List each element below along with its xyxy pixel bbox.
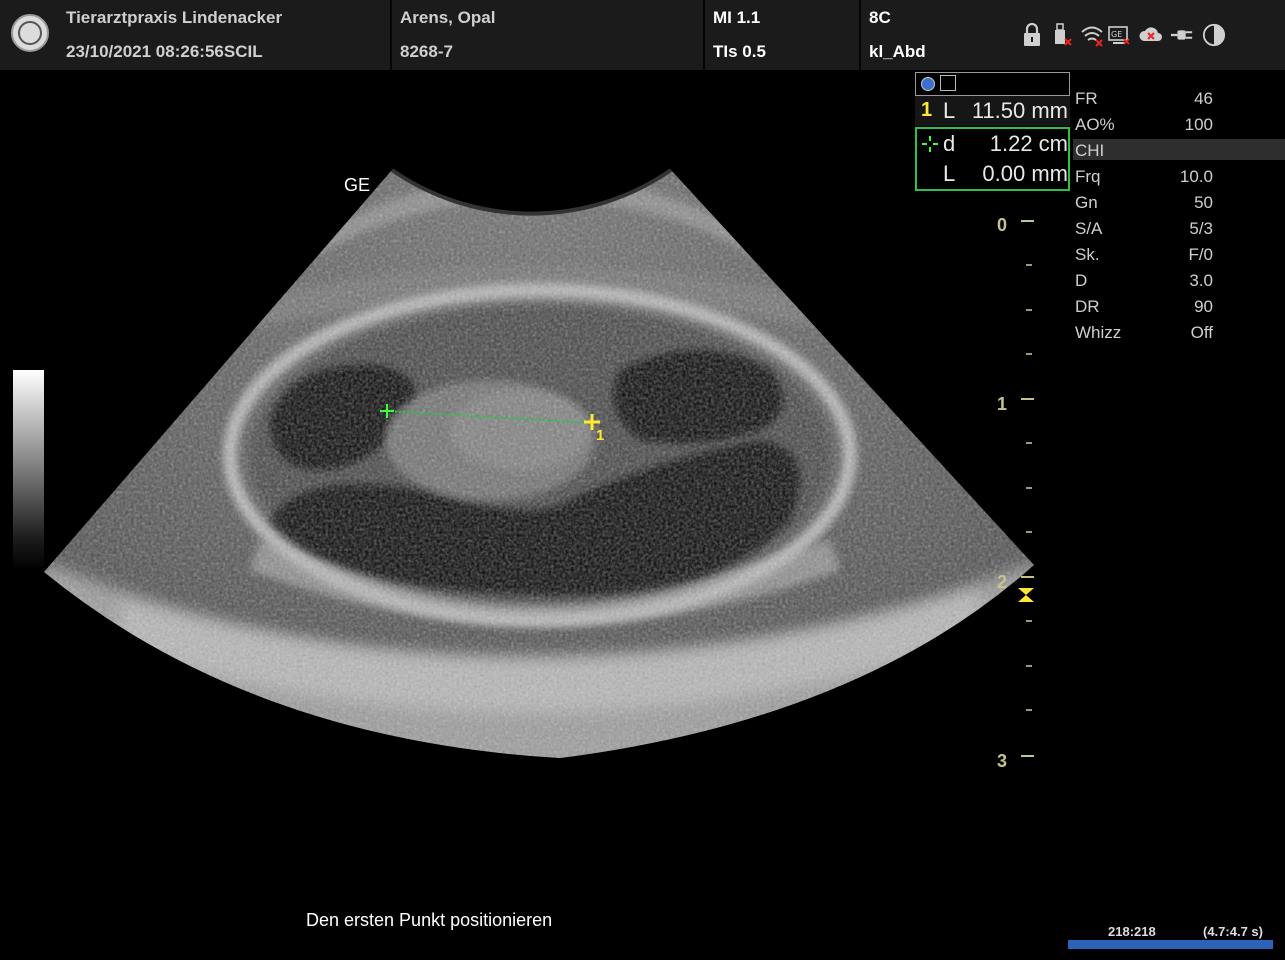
measurement-result-box: 1 L 11.50 mm d 1.22 cm L 0.00 mm (915, 72, 1070, 191)
header-divider (703, 0, 705, 70)
network-icon: GE (1108, 26, 1130, 45)
param-whizz-value: Off (1190, 323, 1213, 342)
param-chi-label[interactable]: CHI (1075, 141, 1104, 161)
param-ao-value: 100 (1184, 115, 1213, 134)
measurement-1-label: L (943, 98, 956, 123)
clinic-name: Tierarztpraxis Lindenacker (66, 8, 283, 27)
cine-time: (4.7:4.7 s) (1203, 924, 1263, 939)
power-plug-icon (1170, 30, 1193, 40)
measurement-2-value-d: 1.22 cm (989, 131, 1068, 156)
active-measurement: d 1.22 cm L 0.00 mm (915, 127, 1070, 191)
param-sk-value: F/0 (1188, 245, 1213, 264)
measurement-1-index: 1 (921, 99, 933, 121)
param-fr-label: FR (1075, 89, 1098, 108)
patient-id: 8268-7 (400, 42, 453, 61)
depth-tick-minor (1026, 309, 1032, 311)
param-dr-label: DR (1075, 297, 1100, 316)
param-sa-label: S/A (1075, 219, 1103, 238)
measurement-1-value: 11.50 mm (971, 98, 1068, 123)
param-frq-label: Frq (1075, 167, 1101, 186)
exam-datetime: 23/10/2021 08:26:56SCIL (66, 42, 263, 61)
ge-logo-icon (11, 14, 49, 52)
depth-tick-minor (1026, 665, 1032, 667)
depth-tick-minor (1026, 264, 1032, 266)
param-fr-value: 46 (1194, 89, 1213, 108)
thermal-index: TIs 0.5 (713, 42, 766, 61)
depth-tick-major (1021, 398, 1034, 400)
lock-icon (1024, 22, 1040, 46)
chi-highlight (1073, 139, 1285, 160)
cloud-off-icon (1139, 27, 1162, 41)
mechanical-index: MI 1.1 (713, 8, 761, 27)
param-whizz-label: Whizz (1075, 323, 1122, 342)
header-bar: Tierarztpraxis Lindenacker 23/10/2021 08… (0, 0, 1285, 70)
param-frq-value: 10.0 (1179, 167, 1213, 186)
header-divider (390, 0, 392, 70)
ultrasound-image[interactable]: 1 GE (0, 70, 1060, 790)
wifi-off-icon (1081, 26, 1103, 47)
cine-progress-bar[interactable] (1068, 940, 1273, 949)
param-gn-value: 50 (1194, 193, 1213, 212)
param-d-label: D (1075, 271, 1088, 290)
caliper-crosshair-icon (922, 136, 938, 152)
measurement-row-1: 1 L 11.50 mm (915, 96, 1070, 126)
depth-tick-minor (1026, 442, 1032, 444)
depth-tick-major (1021, 755, 1034, 757)
param-gn-label: Gn (1075, 193, 1098, 212)
cine-loop-bar[interactable]: 218:218 (4.7:4.7 s) (1068, 922, 1273, 960)
depth-tick-minor (1026, 487, 1032, 489)
measurement-2-label-d: d (943, 131, 956, 156)
focus-marker-icon[interactable] (1017, 587, 1035, 603)
depth-label-0: 0 (997, 215, 1008, 235)
param-dr-value: 90 (1194, 297, 1213, 316)
svg-text:GE: GE (1111, 30, 1122, 39)
preset-name: kl_Abd (869, 42, 926, 61)
cine-frame-counter: 218:218 (1108, 924, 1156, 939)
param-sk-label: Sk. (1075, 245, 1100, 264)
depth-tick-major (1021, 220, 1034, 222)
probe-name: 8C (869, 8, 891, 27)
caliper-index-label: 1 (596, 427, 604, 444)
depth-tick-major (1021, 576, 1034, 578)
param-ao-label: AO% (1075, 115, 1115, 134)
brand-label: GE (344, 175, 370, 195)
patient-name: Arens, Opal (400, 8, 496, 27)
usb-disconnected-icon (1055, 23, 1072, 46)
depth-tick-minor (1026, 709, 1032, 711)
measurement-2-value-l: 0.00 mm (982, 161, 1068, 186)
header-divider (859, 0, 861, 70)
depth-label-3: 3 (997, 751, 1008, 771)
record-icon (921, 77, 935, 91)
depth-tick-minor (1026, 620, 1032, 622)
depth-tick-minor (1026, 353, 1032, 355)
status-message: Den ersten Punkt positionieren (306, 910, 553, 930)
sector-scan (44, 170, 1034, 758)
param-sa-value: 5/3 (1189, 219, 1213, 238)
param-d-value: 3.0 (1189, 271, 1213, 290)
measure-tool-icon (940, 75, 956, 91)
grayscale-bar (13, 370, 44, 570)
measurement-box-header (915, 72, 1070, 96)
measurement-2-label-l: L (943, 161, 956, 186)
contrast-icon (1202, 23, 1226, 47)
depth-tick-minor (1026, 531, 1032, 533)
depth-label-2: 2 (997, 572, 1008, 592)
depth-label-1: 1 (997, 394, 1008, 414)
